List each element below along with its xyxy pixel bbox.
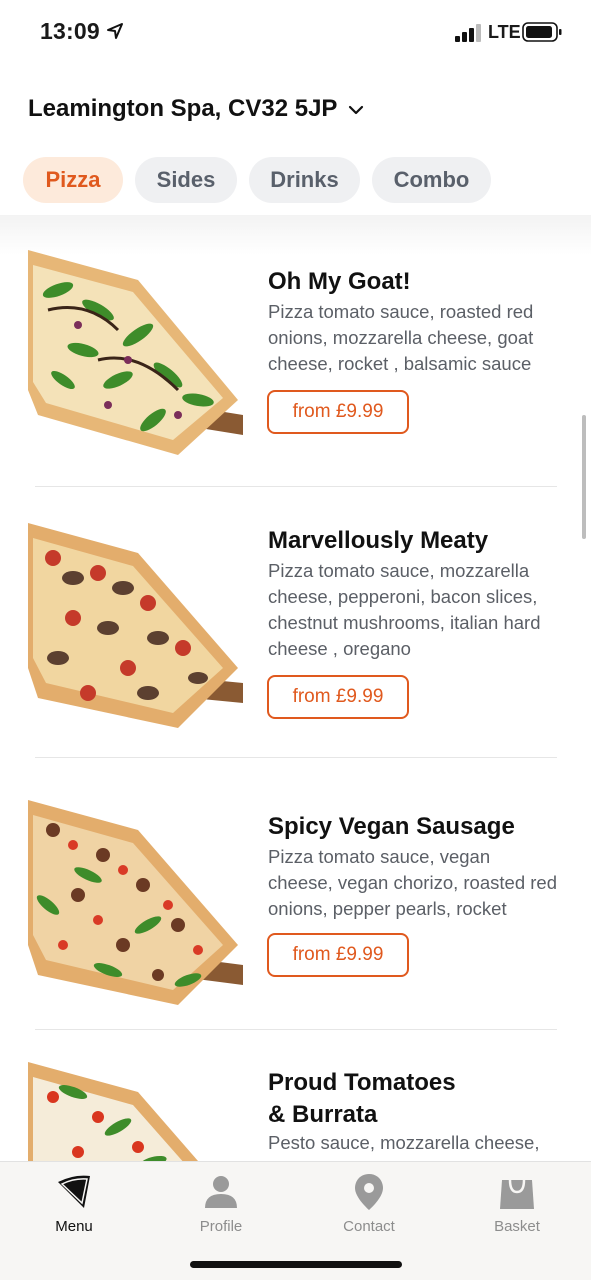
nav-label: Menu <box>55 1218 93 1235</box>
divider <box>35 486 557 487</box>
price-button[interactable]: from £9.99 <box>267 390 409 434</box>
menu-list[interactable]: Oh My Goat! Pizza tomato sauce, roasted … <box>0 218 591 1161</box>
nav-label: Basket <box>494 1218 540 1235</box>
item-name-line1: Proud Tomatoes <box>268 1069 456 1096</box>
pizza-image <box>28 250 243 455</box>
location-arrow-icon <box>107 23 123 39</box>
chevron-down-icon <box>349 105 364 115</box>
nav-contact[interactable]: Contact <box>319 1172 419 1235</box>
category-tabs: Pizza Sides Drinks Combo <box>23 157 491 203</box>
tab-pizza[interactable]: Pizza <box>23 157 123 203</box>
item-name: Spicy Vegan Sausage <box>268 813 515 840</box>
home-indicator[interactable] <box>190 1261 402 1268</box>
tab-sides[interactable]: Sides <box>135 157 237 203</box>
shopping-bag-icon <box>500 1179 534 1209</box>
item-name-line2: & Burrata <box>268 1101 378 1128</box>
nav-label: Contact <box>343 1218 395 1235</box>
map-pin-icon <box>355 1174 383 1210</box>
signal-icon <box>455 24 481 42</box>
item-description: Pesto sauce, mozzarella cheese, <box>268 1132 540 1153</box>
item-description: Pizza tomato sauce, vegan cheese, vegan … <box>268 846 557 919</box>
nav-label: Profile <box>199 1218 243 1235</box>
network-type: LTE <box>488 22 521 42</box>
nav-profile[interactable]: Profile <box>171 1172 271 1235</box>
divider <box>35 1029 557 1030</box>
status-time: 13:09 <box>40 18 100 44</box>
status-bar: 13:09 LTE <box>0 0 591 64</box>
location-label: Leamington Spa, CV32 5JP <box>28 95 338 122</box>
pizza-image <box>28 1062 198 1161</box>
price-button[interactable]: from £9.99 <box>267 675 409 719</box>
divider <box>35 757 557 758</box>
tab-drinks[interactable]: Drinks <box>249 157 360 203</box>
price-button[interactable]: from £9.99 <box>267 933 409 977</box>
person-icon <box>205 1176 237 1208</box>
location-selector[interactable]: Leamington Spa, CV32 5JP <box>28 95 365 123</box>
battery-icon <box>522 22 562 42</box>
nav-basket[interactable]: Basket <box>467 1172 567 1235</box>
pizza-image <box>28 800 243 1005</box>
item-description: Pizza tomato sauce, mozzarella cheese, p… <box>268 560 541 659</box>
item-name: Oh My Goat! <box>268 268 411 295</box>
item-name: Marvellously Meaty <box>268 527 489 554</box>
nav-menu[interactable]: Menu <box>24 1172 124 1235</box>
tab-combo[interactable]: Combo <box>372 157 491 203</box>
scroll-indicator[interactable] <box>582 415 586 539</box>
pizza-image <box>28 523 243 728</box>
pizza-slice-icon <box>58 1175 90 1208</box>
item-description: Pizza tomato sauce, roasted red onions, … <box>268 301 534 374</box>
